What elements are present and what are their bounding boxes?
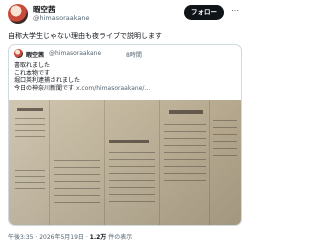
- quote-text: 書取れました これ本物です 堀口英利逮捕されました 今日の神奈川新聞です x.c…: [14, 62, 150, 92]
- newspaper-photo[interactable]: [9, 100, 241, 225]
- tweet-meta: 午後3:35 · 2026年5月19日 · 1.2万 件の表示: [8, 232, 132, 241]
- views-label: 件の表示: [106, 234, 133, 241]
- quote-time: 8時間: [126, 52, 142, 59]
- author-handle[interactable]: @himasoraakane: [33, 14, 90, 22]
- author-avatar[interactable]: [8, 4, 28, 24]
- quote-author-handle: @himasoraakane: [49, 50, 102, 57]
- follow-button[interactable]: フォロー: [184, 5, 224, 20]
- quote-link[interactable]: x.com/himasoraakane/...: [76, 85, 150, 92]
- quote-line: 堀口英利逮捕されました: [14, 77, 81, 84]
- quote-author-name: 暇空茜: [26, 52, 45, 59]
- quote-avatar: [14, 49, 23, 58]
- tweet-timestamp[interactable]: 午後3:35 · 2026年5月19日 ·: [8, 234, 90, 241]
- quote-line: 今日の神奈川新聞です x.com/himasoraakane/...: [14, 85, 150, 93]
- ellipsis-icon[interactable]: ⋯: [231, 6, 239, 16]
- quote-tweet[interactable]: 暇空茜 @himasoraakane 8時間 書取れました これ本物です 堀口英…: [8, 44, 242, 226]
- quote-line-text: 今日の神奈川新聞です: [14, 84, 75, 92]
- quote-line: これ本物です: [14, 69, 51, 77]
- quote-line: 書取れました: [14, 62, 51, 69]
- tweet-header: 暇空茜 @himasoraakane フォロー ⋯: [0, 0, 250, 28]
- views-count: 1.2万: [89, 234, 107, 241]
- tweet-text: 自称大学生じゃない理由も夜ライブで説明します: [8, 32, 162, 40]
